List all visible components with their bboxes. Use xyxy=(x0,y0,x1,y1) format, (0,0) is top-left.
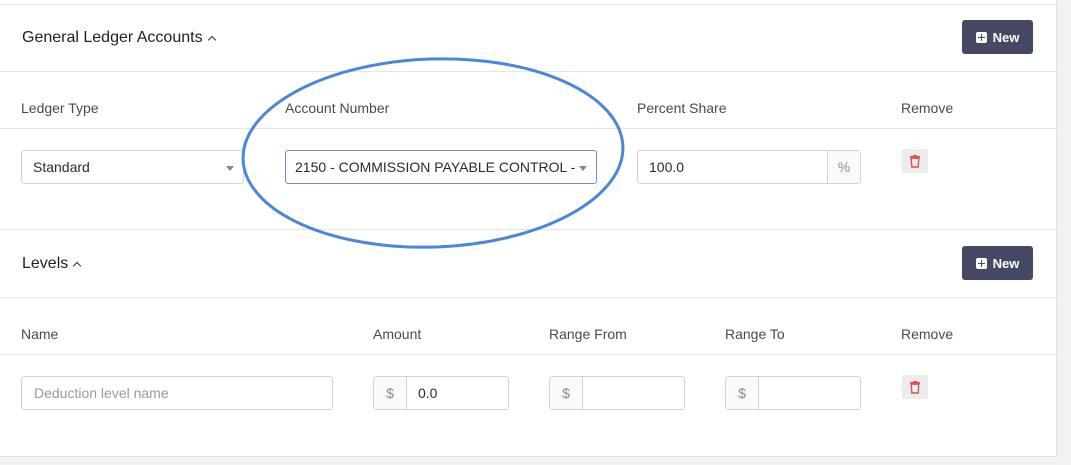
ledger-type-select[interactable]: Standard xyxy=(21,150,244,184)
divider xyxy=(0,4,1057,5)
range-to-input[interactable]: $ xyxy=(725,376,861,410)
plus-square-icon xyxy=(975,31,987,43)
divider xyxy=(0,354,1057,355)
levels-new-button[interactable]: New xyxy=(962,246,1033,280)
level-remove-button[interactable] xyxy=(902,375,928,399)
col-header-range-to: Range To xyxy=(725,326,785,342)
percent-addon: % xyxy=(827,151,860,183)
level-name-input[interactable]: Deduction level name xyxy=(21,376,333,410)
col-header-ledger-type: Ledger Type xyxy=(21,100,99,116)
caret-down-icon xyxy=(579,166,587,171)
chevron-up-icon[interactable] xyxy=(73,261,82,271)
currency-addon: $ xyxy=(550,377,583,409)
gl-section-title-text: General Ledger Accounts xyxy=(22,29,203,46)
divider xyxy=(0,71,1057,72)
form-panel: General Ledger Accounts New Ledger Type … xyxy=(0,0,1057,457)
currency-addon: $ xyxy=(726,377,759,409)
ledger-type-value: Standard xyxy=(33,159,90,175)
col-header-account-number: Account Number xyxy=(285,100,390,116)
col-header-remove: Remove xyxy=(901,326,954,342)
col-header-range-from: Range From xyxy=(549,326,627,342)
gl-new-button[interactable]: New xyxy=(962,20,1033,54)
account-number-select[interactable]: 2150 - COMMISSION PAYABLE CONTROL - ... xyxy=(285,150,597,184)
range-from-input[interactable]: $ xyxy=(549,376,685,410)
levels-section-title[interactable]: Levels xyxy=(22,254,82,274)
chevron-up-icon[interactable] xyxy=(207,35,216,45)
col-header-remove: Remove xyxy=(901,100,954,116)
divider xyxy=(0,297,1057,298)
levels-section-title-text: Levels xyxy=(22,255,69,272)
gl-remove-button[interactable] xyxy=(902,149,928,173)
col-header-percent-share: Percent Share xyxy=(637,100,727,116)
caret-down-icon xyxy=(226,166,234,171)
levels-new-button-label: New xyxy=(992,255,1020,271)
divider xyxy=(0,128,1057,129)
plus-square-icon xyxy=(975,257,987,269)
divider xyxy=(0,229,1057,230)
currency-addon: $ xyxy=(374,377,407,409)
account-number-value: 2150 - COMMISSION PAYABLE CONTROL - ... xyxy=(295,159,578,175)
percent-share-input[interactable]: 100.0 % xyxy=(637,150,861,184)
amount-value: 0.0 xyxy=(418,385,438,401)
percent-share-value: 100.0 xyxy=(649,159,685,175)
trash-icon xyxy=(910,380,920,394)
gl-section-title[interactable]: General Ledger Accounts xyxy=(22,28,216,48)
trash-icon xyxy=(910,154,920,168)
col-header-amount: Amount xyxy=(373,326,422,342)
gl-new-button-label: New xyxy=(992,29,1020,45)
amount-input[interactable]: $ 0.0 xyxy=(373,376,509,410)
col-header-name: Name xyxy=(21,326,59,342)
level-name-placeholder: Deduction level name xyxy=(34,385,169,401)
